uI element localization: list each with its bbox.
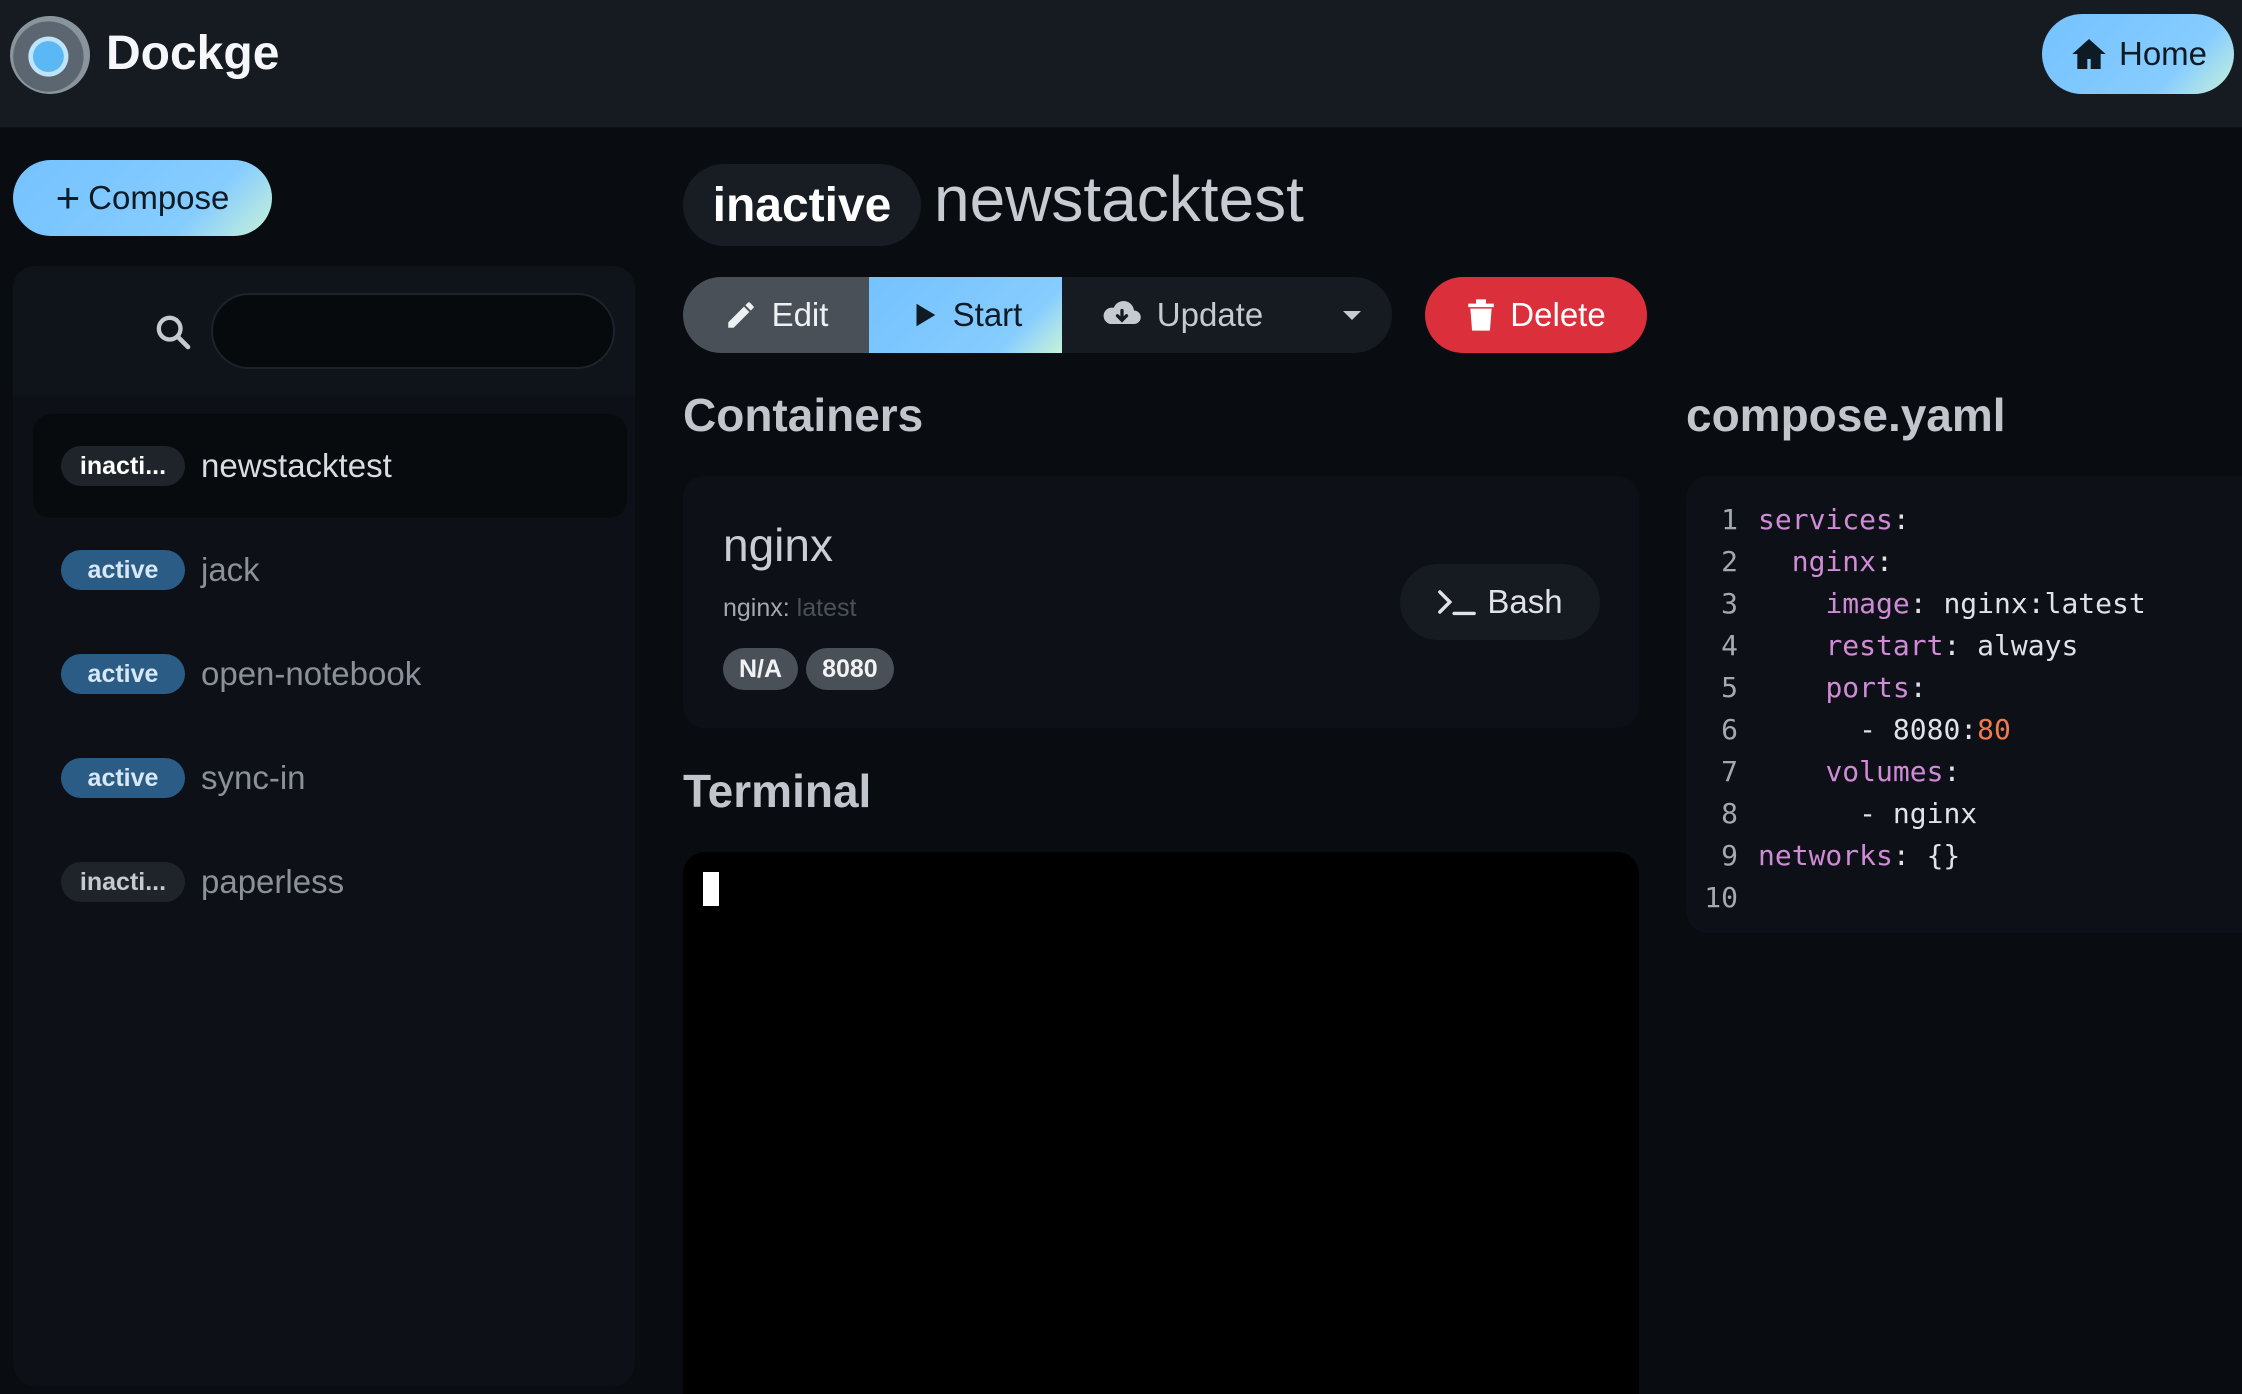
container-image-tag: latest — [789, 594, 857, 622]
code-text: - nginx — [1859, 796, 1978, 830]
code-text: - 8080:80 — [1859, 712, 2011, 746]
home-button[interactable]: Home — [2042, 14, 2234, 94]
stack-list-item[interactable]: inacti... paperless — [33, 830, 627, 934]
code-line: 3 image: nginx:latest — [1686, 582, 2242, 624]
stack-list-sidebar: inacti... newstacktest active jack activ… — [13, 266, 635, 1386]
container-name: nginx — [723, 519, 833, 571]
edit-button-label: Edit — [771, 296, 829, 333]
yaml-key: restart — [1825, 628, 1944, 662]
stack-name: open-notebook — [201, 655, 422, 692]
search-input[interactable] — [211, 293, 615, 369]
code-text: image: nginx:latest — [1825, 586, 2146, 620]
code-line: 2 nginx: — [1686, 540, 2242, 582]
trash-icon — [1468, 299, 1495, 331]
code-line: 8 - nginx — [1686, 792, 2242, 834]
line-number: 1 — [1721, 502, 1738, 536]
code-text: networks: {} — [1758, 838, 1961, 872]
app-title[interactable]: Dockge — [106, 26, 279, 81]
stack-name: newstacktest — [201, 447, 392, 484]
containers-heading: Containers — [683, 389, 924, 441]
status-badge: active — [61, 654, 185, 694]
container-image-name: nginx: — [723, 594, 790, 622]
yaml-key: image — [1825, 586, 1910, 620]
line-number: 2 — [1721, 544, 1738, 578]
stack-list-item[interactable]: active open-notebook — [33, 622, 627, 726]
code-text: volumes: — [1825, 754, 1961, 788]
line-number: 5 — [1721, 670, 1738, 704]
status-badge: inacti... — [61, 862, 185, 902]
port-badges: N/A 8080 — [723, 648, 894, 690]
start-button[interactable]: Start — [869, 277, 1062, 353]
compose-yaml-heading: compose.yaml — [1686, 389, 2006, 441]
compose-button-label: Compose — [88, 179, 230, 216]
top-header: Dockge Home — [0, 0, 2242, 128]
port-badge: N/A — [723, 648, 799, 690]
stack-name: paperless — [201, 863, 345, 900]
code-line: 6 - 8080:80 — [1686, 708, 2242, 750]
terminal-heading: Terminal — [683, 765, 872, 817]
code-text: ports: — [1825, 670, 1927, 704]
line-number: 9 — [1721, 838, 1738, 872]
code-line: 10 — [1686, 876, 2242, 918]
code-line: 1 services: — [1686, 498, 2242, 540]
caret-down-icon — [1343, 311, 1361, 320]
status-badge: inacti... — [61, 446, 185, 486]
pencil-icon — [727, 302, 754, 328]
play-icon — [916, 303, 935, 327]
plus-icon: + — [55, 174, 81, 221]
line-number: 3 — [1721, 586, 1738, 620]
status-badge: active — [61, 758, 185, 798]
container-image: nginx: latest — [723, 594, 856, 623]
code-line: 5 ports: — [1686, 666, 2242, 708]
search-icon — [156, 315, 191, 350]
stack-status-badge: inactive — [683, 164, 921, 246]
code-text: services: — [1758, 502, 1910, 536]
terminal-icon — [1438, 590, 1477, 616]
search-bar — [13, 266, 635, 396]
stack-list-item[interactable]: active sync-in — [33, 726, 627, 830]
code-text: nginx: — [1791, 544, 1893, 578]
port-badge: 8080 — [806, 648, 894, 690]
start-button-label: Start — [952, 296, 1023, 333]
update-dropdown-toggle[interactable] — [1312, 277, 1392, 353]
stack-list-item[interactable]: inacti... newstacktest — [33, 414, 627, 518]
stack-name: sync-in — [201, 759, 306, 796]
terminal-cursor — [703, 872, 719, 906]
bash-button[interactable]: Bash — [1400, 564, 1600, 640]
container-card: nginx nginx: latest N/A 8080 Bash — [683, 476, 1639, 728]
stack-toolbar: Edit Start Update — [683, 277, 1392, 353]
yaml-key: services — [1758, 502, 1893, 536]
update-button-label: Update — [1156, 296, 1264, 333]
code-line: 7 volumes: — [1686, 750, 2242, 792]
code-text: restart: always — [1825, 628, 2079, 662]
yaml-key: ports — [1825, 670, 1910, 704]
delete-button-label: Delete — [1510, 296, 1606, 333]
terminal-panel[interactable] — [683, 852, 1639, 1394]
compose-button[interactable]: + Compose — [13, 160, 272, 236]
stack-list-item[interactable]: active jack — [33, 518, 627, 622]
home-icon — [2072, 39, 2106, 69]
stack-name: jack — [201, 551, 260, 588]
line-number: 7 — [1721, 754, 1738, 788]
compose-yaml-editor[interactable]: 1 services: 2 nginx: 3 image: nginx:latest 4… — [1686, 476, 2242, 933]
status-badge: active — [61, 550, 185, 590]
delete-button[interactable]: Delete — [1425, 277, 1647, 353]
line-number: 6 — [1721, 712, 1738, 746]
code-line: 4 restart: always — [1686, 624, 2242, 666]
code-line: 9 networks: {} — [1686, 834, 2242, 876]
edit-button[interactable]: Edit — [683, 277, 869, 353]
stack-title: newstacktest — [934, 163, 1304, 235]
home-button-label: Home — [2118, 35, 2208, 72]
line-number: 4 — [1721, 628, 1738, 662]
yaml-key: nginx — [1791, 544, 1877, 578]
dockge-logo[interactable] — [10, 16, 90, 94]
yaml-key: volumes — [1825, 754, 1944, 788]
line-number: 10 — [1704, 880, 1738, 914]
update-button[interactable]: Update — [1062, 277, 1312, 353]
cloud-download-icon — [1103, 301, 1141, 324]
yaml-number: 80 — [1977, 712, 2011, 746]
yaml-key: networks — [1758, 838, 1893, 872]
bash-button-label: Bash — [1487, 583, 1563, 620]
line-number: 8 — [1721, 796, 1738, 830]
